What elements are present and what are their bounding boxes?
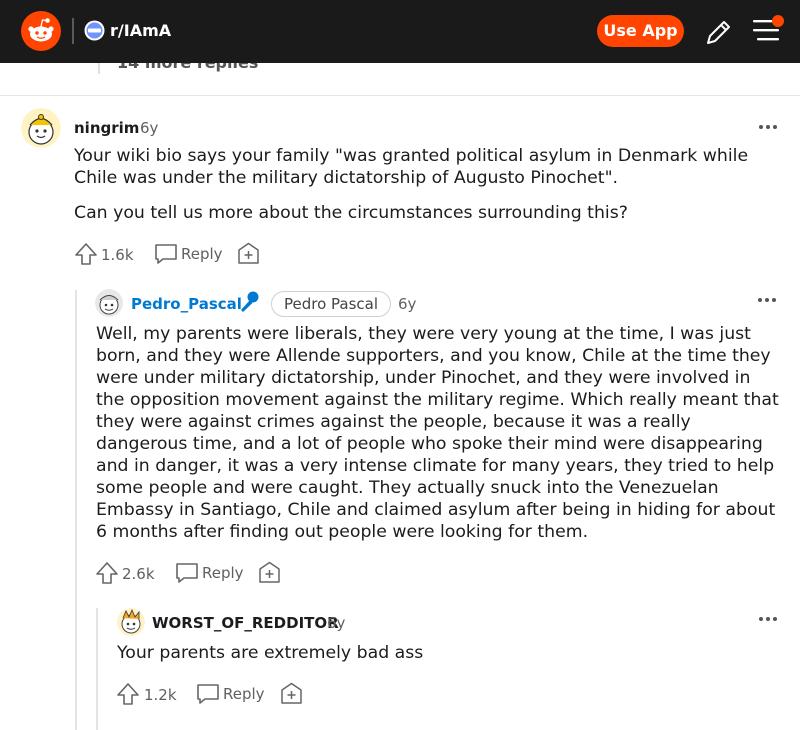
vote-count: 1.6k [101, 246, 134, 264]
microphone-icon [241, 291, 259, 312]
vote-count: 1.2k [144, 686, 177, 704]
comment-time: 6y [140, 119, 159, 137]
avatar[interactable] [21, 108, 61, 148]
comment-separator [0, 95, 800, 96]
comment-body: Your wiki bio says your family "was gran… [74, 146, 749, 188]
thread-line [98, 62, 100, 74]
upvote-icon[interactable] [95, 561, 119, 585]
comment-author[interactable]: ningrim [74, 119, 139, 137]
use-app-button[interactable]: Use App [597, 15, 684, 47]
upvote-icon[interactable] [116, 682, 140, 706]
reddit-logo-icon[interactable] [21, 11, 61, 51]
reply-button[interactable]: Reply [181, 245, 223, 263]
more-options-icon[interactable] [758, 615, 778, 623]
upvote-icon[interactable] [74, 242, 98, 266]
menu-icon[interactable] [752, 12, 788, 48]
comment-time: 6y [327, 614, 346, 632]
comment-body: Well, my parents were liberals, they wer… [96, 324, 779, 542]
reply-button[interactable]: Reply [202, 564, 244, 582]
header-divider [72, 18, 74, 44]
subreddit-icon[interactable] [84, 20, 105, 41]
user-flair: Pedro Pascal [271, 291, 392, 317]
reply-icon[interactable] [196, 683, 220, 705]
pencil-icon[interactable] [703, 16, 735, 48]
comment-author[interactable]: WORST_OF_REDDITOR [152, 614, 339, 632]
more-options-icon[interactable] [758, 123, 778, 131]
thread-line [75, 290, 77, 730]
reply-icon[interactable] [175, 562, 199, 584]
vote-count: 2.6k [122, 565, 155, 583]
avatar[interactable] [117, 608, 145, 636]
top-bar: r/IAmA Use App [0, 0, 800, 63]
avatar[interactable] [95, 289, 123, 317]
award-icon[interactable] [237, 242, 260, 265]
reply-button[interactable]: Reply [223, 685, 265, 703]
subreddit-name[interactable]: r/IAmA [110, 20, 171, 41]
comment-body: Can you tell us more about the circumsta… [74, 203, 628, 223]
comment-body: Your parents are extremely bad ass [117, 643, 424, 663]
reply-icon[interactable] [154, 243, 178, 265]
comment-author-op[interactable]: Pedro_Pascal [131, 295, 242, 313]
more-options-icon[interactable] [757, 296, 777, 304]
award-icon[interactable] [258, 561, 281, 584]
comment-time: 6y [398, 295, 417, 313]
award-icon[interactable] [280, 682, 303, 705]
thread-line [96, 608, 98, 730]
